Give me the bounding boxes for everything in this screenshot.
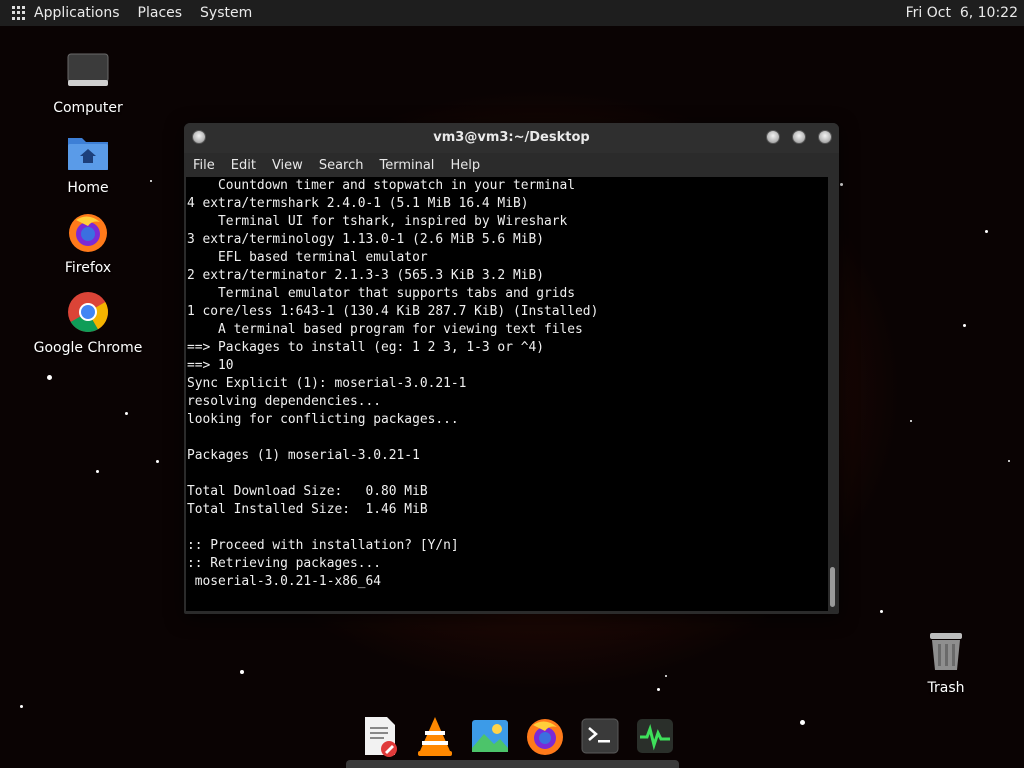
terminal-line: Packages (1) moserial-3.0.21-1	[187, 448, 420, 463]
desktop-icon-home[interactable]: Home	[28, 130, 148, 196]
minimize-button[interactable]	[766, 130, 780, 144]
terminal-line: Terminal UI for tshark, inspired by Wire…	[187, 214, 568, 229]
terminal-window[interactable]: vm3@vm3:~/Desktop File Edit View Search …	[184, 123, 839, 614]
terminal-line: Countdown timer and stopwatch in your te…	[187, 178, 576, 193]
terminal-line: Total Download Size: 0.80 MiB	[187, 484, 428, 499]
dock-bar	[346, 760, 679, 768]
desktop-icon-label: Home	[67, 180, 109, 196]
terminal-line: Terminal emulator that supports tabs and…	[187, 286, 576, 301]
clock[interactable]: Fri Oct 6, 10:22	[906, 5, 1018, 21]
terminal-menubar: File Edit View Search Terminal Help	[184, 153, 839, 177]
terminal-scrollbar[interactable]	[828, 177, 837, 611]
applications-grid-icon[interactable]	[12, 6, 26, 20]
terminal-line: A terminal based program for viewing tex…	[187, 322, 583, 337]
terminal-output[interactable]: Countdown timer and stopwatch in your te…	[186, 177, 828, 611]
terminal-line: 1 core/less 1:643-1 (130.4 KiB 287.7 KiB…	[187, 304, 599, 319]
terminal-line: 3 extra/terminology 1.13.0-1 (2.6 MiB 5.…	[187, 232, 544, 247]
dock-vlc[interactable]	[407, 712, 462, 760]
firefox-icon	[66, 210, 110, 254]
desktop-icon-computer[interactable]: Computer	[28, 50, 148, 116]
dock	[352, 712, 682, 760]
dock-system-monitor[interactable]	[627, 712, 682, 760]
terminal-line: ==> Packages to install (eg: 1 2 3, 1-3 …	[187, 340, 544, 355]
image-viewer-icon	[471, 720, 508, 752]
top-panel: Applications Places System Fri Oct 6, 10…	[0, 0, 1024, 26]
dock-text-editor[interactable]	[352, 712, 407, 760]
desktop-icon-chrome[interactable]: Google Chrome	[28, 290, 148, 356]
home-folder-icon	[66, 130, 110, 174]
desktop-icon-firefox[interactable]: Firefox	[28, 210, 148, 276]
trash-icon	[924, 630, 968, 674]
desktop-icon-trash[interactable]: Trash	[886, 630, 1006, 696]
menu-terminal[interactable]: Terminal	[379, 158, 434, 173]
dock-firefox[interactable]	[517, 712, 572, 760]
chrome-icon	[66, 290, 110, 334]
terminal-icon	[581, 718, 618, 754]
desktop-icon-label: Computer	[53, 100, 123, 116]
computer-icon	[66, 50, 110, 94]
dock-image-viewer[interactable]	[462, 712, 517, 760]
close-button[interactable]	[818, 130, 832, 144]
window-titlebar[interactable]: vm3@vm3:~/Desktop	[184, 123, 839, 153]
applications-menu[interactable]: Applications	[34, 5, 120, 21]
terminal-line: :: Proceed with installation? [Y/n]	[187, 538, 459, 553]
terminal-line: EFL based terminal emulator	[187, 250, 428, 265]
terminal-line: ==> 10	[187, 358, 234, 373]
system-monitor-icon	[636, 719, 673, 753]
menu-view[interactable]: View	[272, 158, 303, 173]
vlc-icon	[417, 717, 452, 756]
scrollbar-thumb[interactable]	[830, 567, 835, 607]
menu-file[interactable]: File	[193, 158, 215, 173]
terminal-line: :: Retrieving packages...	[187, 556, 382, 571]
terminal-line: moserial-3.0.21-1-x86_64	[187, 574, 382, 589]
terminal-line: 4 extra/termshark 2.4.0-1 (5.1 MiB 16.4 …	[187, 196, 529, 211]
terminal-line: Sync Explicit (1): moserial-3.0.21-1	[187, 376, 467, 391]
window-title: vm3@vm3:~/Desktop	[433, 130, 590, 145]
terminal-line: Total Installed Size: 1.46 MiB	[187, 502, 428, 517]
terminal-line: looking for conflicting packages...	[187, 412, 459, 427]
menu-help[interactable]: Help	[450, 158, 480, 173]
system-menu[interactable]: System	[200, 5, 252, 21]
terminal-line: resolving dependencies...	[187, 394, 382, 409]
desktop-icon-label: Trash	[927, 680, 965, 696]
places-menu[interactable]: Places	[138, 5, 183, 21]
text-editor-icon	[364, 717, 397, 757]
desktop-icon-label: Google Chrome	[33, 340, 143, 356]
firefox-icon	[526, 719, 563, 755]
menu-edit[interactable]: Edit	[231, 158, 256, 173]
dock-terminal[interactable]	[572, 712, 627, 760]
maximize-button[interactable]	[792, 130, 806, 144]
terminal-line: 2 extra/terminator 2.1.3-3 (565.3 KiB 3.…	[187, 268, 544, 283]
menu-search[interactable]: Search	[319, 158, 364, 173]
desktop-icon-label: Firefox	[64, 260, 112, 276]
